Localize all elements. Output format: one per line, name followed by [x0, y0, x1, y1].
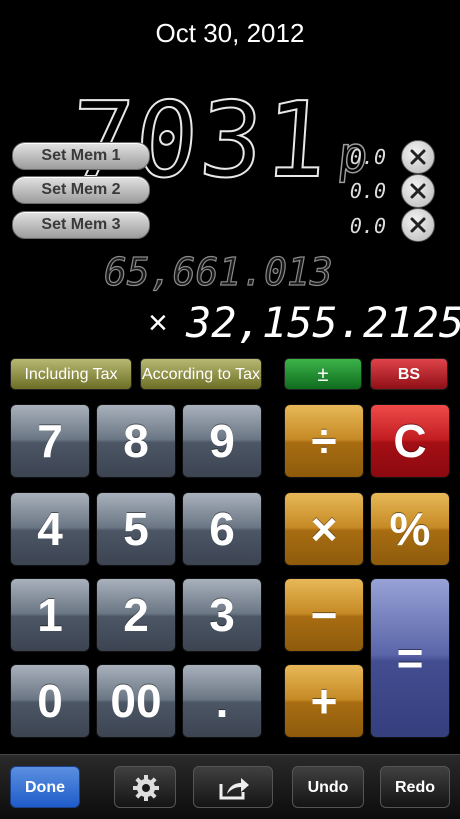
- undo-button[interactable]: Undo: [292, 766, 364, 808]
- key-6[interactable]: 6: [182, 492, 262, 566]
- key-decimal[interactable]: .: [182, 664, 262, 738]
- clear-button[interactable]: C: [370, 404, 450, 478]
- mem-3-value: 0.0: [349, 214, 386, 238]
- mem-1-value: 0.0: [349, 145, 386, 169]
- divide-button[interactable]: ÷: [284, 404, 364, 478]
- key-4[interactable]: 4: [10, 492, 90, 566]
- key-2[interactable]: 2: [96, 578, 176, 652]
- share-button[interactable]: [193, 766, 273, 808]
- backspace-button[interactable]: BS: [370, 358, 448, 390]
- share-icon: [219, 778, 249, 800]
- plus-button[interactable]: +: [284, 664, 364, 738]
- percent-button[interactable]: %: [370, 492, 450, 566]
- equals-button[interactable]: =: [370, 578, 450, 738]
- key-7[interactable]: 7: [10, 404, 90, 478]
- operand-1-display: 65,661.013: [103, 249, 333, 294]
- mem-3-clear-icon[interactable]: [401, 208, 435, 242]
- multiply-button[interactable]: ×: [284, 492, 364, 566]
- redo-button[interactable]: Redo: [380, 766, 450, 808]
- plus-minus-button[interactable]: ±: [284, 358, 362, 390]
- according-to-tax-button[interactable]: According to Tax: [140, 358, 262, 390]
- key-5[interactable]: 5: [96, 492, 176, 566]
- key-8[interactable]: 8: [96, 404, 176, 478]
- key-3[interactable]: 3: [182, 578, 262, 652]
- mem-2-clear-icon[interactable]: [401, 174, 435, 208]
- bottom-toolbar: Done Undo Redo: [0, 754, 460, 819]
- key-9[interactable]: 9: [182, 404, 262, 478]
- set-mem-2-button[interactable]: Set Mem 2: [12, 176, 150, 204]
- including-tax-button[interactable]: Including Tax: [10, 358, 132, 390]
- set-mem-1-button[interactable]: Set Mem 1: [12, 142, 150, 170]
- date-label: Oct 30, 2012: [155, 18, 305, 48]
- settings-button[interactable]: [114, 766, 176, 808]
- operand-2-display: 32,155.2125: [186, 298, 460, 347]
- key-1[interactable]: 1: [10, 578, 90, 652]
- operator-sign: ×: [148, 304, 168, 342]
- done-button[interactable]: Done: [10, 766, 80, 808]
- mem-2-value: 0.0: [349, 179, 386, 203]
- key-00[interactable]: 00: [96, 664, 176, 738]
- mem-1-clear-icon[interactable]: [401, 140, 435, 174]
- minus-button[interactable]: −: [284, 578, 364, 652]
- key-0[interactable]: 0: [10, 664, 90, 738]
- set-mem-3-button[interactable]: Set Mem 3: [12, 211, 150, 239]
- gear-icon: [133, 775, 159, 801]
